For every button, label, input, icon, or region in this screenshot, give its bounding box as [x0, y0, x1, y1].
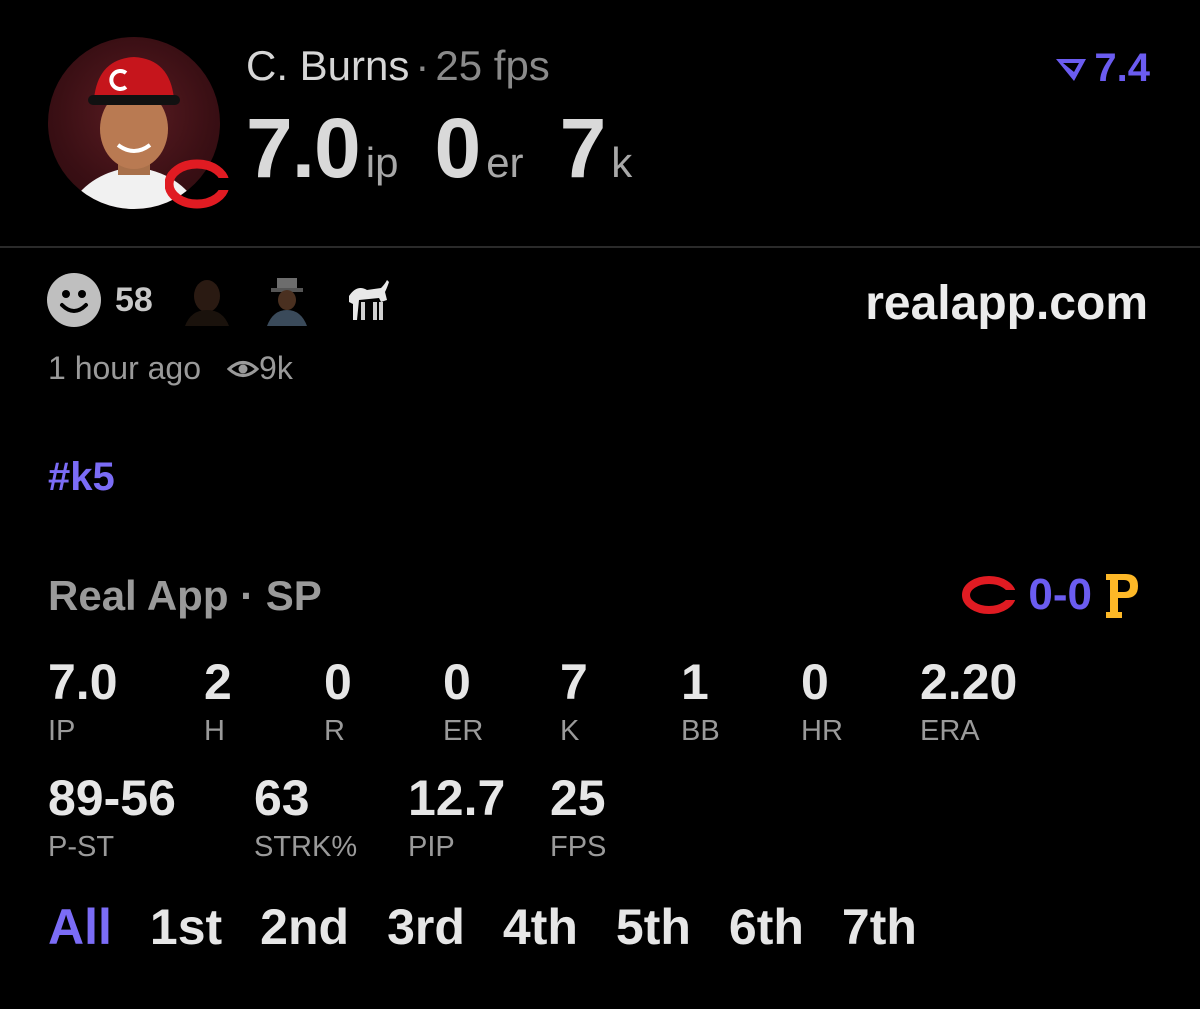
stat-value: 1 [681, 654, 709, 710]
smiley-reaction-icon[interactable] [47, 273, 101, 327]
separator-dot: · [415, 42, 430, 89]
stat-value: 2 [204, 654, 232, 710]
tab-6th[interactable]: 6th [729, 898, 804, 956]
stat-value: 89-56 [48, 770, 176, 826]
stat-value: 25 [550, 770, 606, 826]
stat-ip: 7.0 IP [48, 657, 118, 748]
person-emoji-icon[interactable] [181, 274, 233, 326]
view-count: 9k [227, 350, 293, 387]
game-score[interactable]: 0-0 [962, 570, 1142, 620]
stat-value: 12.7 [408, 770, 506, 826]
stat-strike-pct: 63 STRK% [254, 773, 357, 864]
headline-stats: 7.0 ip 0 er 7 k [246, 100, 668, 197]
player-name-line[interactable]: C. Burns · 25 fps [246, 42, 550, 90]
headline-k-unit: k [611, 139, 633, 186]
pirates-p-logo-icon [1106, 574, 1138, 618]
tab-3rd[interactable]: 3rd [387, 898, 465, 956]
stat-label: H [204, 715, 225, 747]
stat-value: 2.20 [920, 654, 1018, 710]
stat-bb: 1 BB [681, 657, 720, 748]
rating-badge[interactable]: 7.4 [1054, 46, 1150, 91]
stat-value: 0 [324, 654, 352, 710]
person-with-hat-emoji-icon[interactable] [261, 274, 313, 326]
score-value: 0-0 [1028, 570, 1092, 619]
stat-value: 0 [443, 654, 471, 710]
stat-label: HR [801, 715, 843, 747]
tab-all[interactable]: All [48, 898, 112, 956]
goat-emoji-icon[interactable] [341, 274, 393, 326]
stat-label: STRK% [254, 831, 358, 863]
stat-label: ER [443, 715, 484, 747]
stat-pitches-strikes: 89-56 P-ST [48, 773, 176, 864]
player-name[interactable]: C. Burns [246, 42, 409, 89]
stat-era: 2.20 ERA [920, 657, 1017, 748]
game-label: Real App · SP [48, 572, 322, 619]
real-logo-icon [1056, 58, 1087, 81]
stat-value: 63 [254, 770, 310, 826]
headline-er-unit: er [486, 139, 524, 186]
stat-value: 0 [801, 654, 829, 710]
stat-pip: 12.7 PIP [408, 773, 505, 864]
stat-er: 0 ER [443, 657, 483, 748]
reds-c-logo-icon [962, 576, 1017, 614]
headline-ip-unit: ip [365, 139, 399, 186]
tab-4th[interactable]: 4th [503, 898, 578, 956]
headline-k-value: 7 [559, 101, 607, 195]
stat-label: PIP [408, 831, 455, 863]
stat-label: R [324, 715, 345, 747]
stat-k: 7 K [560, 657, 588, 748]
reds-c-logo-icon [164, 158, 231, 210]
headline-ip-value: 7.0 [246, 101, 361, 195]
eye-icon [227, 360, 260, 377]
tab-2nd[interactable]: 2nd [260, 898, 349, 956]
tab-1st[interactable]: 1st [150, 898, 222, 956]
headline-er-value: 0 [434, 101, 481, 195]
stat-label: BB [681, 715, 720, 747]
hashtag-link[interactable]: #k5 [48, 455, 115, 500]
stat-fps: 25 FPS [550, 773, 606, 864]
site-link[interactable]: realapp.com [865, 276, 1148, 331]
stat-r: 0 R [324, 657, 352, 748]
stat-label: P-ST [48, 831, 115, 863]
reactions-row: 58 [47, 273, 393, 327]
post-meta: 1 hour ago 9k [48, 350, 293, 387]
header-divider [0, 246, 1200, 248]
stat-label: ERA [920, 715, 980, 747]
rating-value: 7.4 [1094, 46, 1150, 90]
time-ago: 1 hour ago [48, 350, 202, 386]
fps-label: 25 fps [435, 42, 550, 89]
stat-value: 7 [560, 654, 588, 710]
stat-label: IP [48, 715, 76, 747]
stat-label: FPS [550, 831, 607, 863]
views-value: 9k [259, 350, 293, 386]
tab-7th[interactable]: 7th [842, 898, 917, 956]
innings-tabs: All 1st 2nd 3rd 4th 5th 6th 7th [48, 898, 955, 956]
stat-h: 2 H [204, 657, 232, 748]
stat-hr: 0 HR [801, 657, 843, 748]
stat-label: K [560, 715, 580, 747]
tab-5th[interactable]: 5th [616, 898, 691, 956]
stat-value: 7.0 [48, 654, 118, 710]
reaction-count[interactable]: 58 [115, 281, 153, 320]
